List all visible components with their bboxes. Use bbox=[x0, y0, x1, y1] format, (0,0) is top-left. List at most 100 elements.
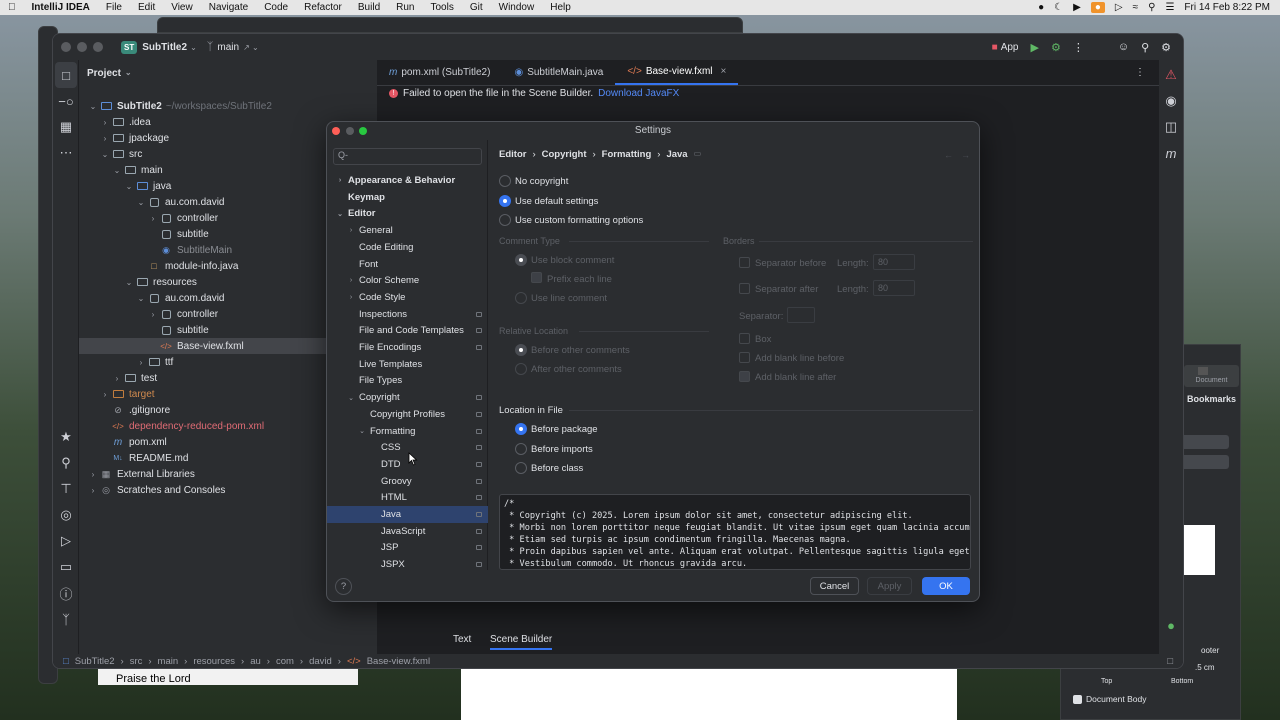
clock[interactable]: Fri 14 Feb 8:22 PM bbox=[1184, 2, 1270, 13]
menu-build[interactable]: Build bbox=[350, 2, 388, 13]
project-panel-header[interactable]: Project ⌄ bbox=[87, 68, 132, 79]
chevron-down-icon[interactable]: ⌄ bbox=[190, 43, 197, 52]
chevron-down-icon[interactable]: ⌄ bbox=[123, 278, 135, 287]
chevron-down-icon[interactable]: ⌄ bbox=[135, 294, 147, 303]
branch-name[interactable]: main bbox=[217, 42, 239, 53]
play-icon[interactable]: ▶ bbox=[1073, 2, 1081, 13]
use-custom-formatting-radio[interactable] bbox=[499, 214, 511, 226]
chevron-right-icon[interactable]: › bbox=[147, 310, 159, 319]
chevron-right-icon[interactable]: › bbox=[147, 214, 159, 223]
settings-nav-item[interactable]: › General bbox=[327, 222, 488, 239]
chevron-right-icon[interactable]: › bbox=[99, 134, 111, 143]
bg-dropdown-2[interactable] bbox=[1181, 455, 1229, 469]
lock-icon[interactable]: □ bbox=[1167, 656, 1173, 667]
chevron-right-icon[interactable]: › bbox=[135, 358, 147, 367]
wifi-icon[interactable]: ≈ bbox=[1133, 2, 1139, 13]
settings-nav-item[interactable]: Font bbox=[327, 256, 488, 273]
run-config[interactable]: ■ App bbox=[992, 42, 1019, 53]
build-hammer-icon[interactable]: ⊤ bbox=[53, 476, 79, 502]
ok-button[interactable]: OK bbox=[922, 577, 970, 595]
separator-input[interactable] bbox=[787, 307, 815, 323]
project-tree-row[interactable]: ⌄ SubTitle2 ~/workspaces/SubTitle2 bbox=[79, 98, 377, 114]
chevron-right-icon[interactable]: › bbox=[335, 177, 345, 184]
after-other-comments-radio[interactable] bbox=[515, 363, 527, 375]
debug-icon[interactable]: ⚙ bbox=[1051, 41, 1061, 54]
menu-window[interactable]: Window bbox=[491, 2, 543, 13]
menu-tools[interactable]: Tools bbox=[423, 2, 462, 13]
maven-icon[interactable]: m bbox=[1158, 140, 1183, 166]
tab-pom-xml[interactable]: m pom.xml (SubTitle2) bbox=[377, 60, 502, 85]
close-tab-icon[interactable]: × bbox=[721, 66, 727, 77]
chevron-down-icon[interactable]: ⌄ bbox=[135, 198, 147, 207]
settings-nav-item[interactable]: Keymap bbox=[327, 189, 488, 206]
add-blank-line-after-checkbox[interactable] bbox=[739, 371, 750, 382]
length-after-input[interactable]: 80 bbox=[873, 280, 915, 296]
bg-dropdown-1[interactable] bbox=[1181, 435, 1229, 449]
zoom-window-button[interactable] bbox=[93, 42, 103, 52]
before-class-radio[interactable] bbox=[515, 462, 527, 474]
close-window-button[interactable] bbox=[61, 42, 71, 52]
chevron-down-icon[interactable]: ⌄ bbox=[99, 150, 111, 159]
help-button[interactable]: ? bbox=[335, 578, 352, 595]
menu-code[interactable]: Code bbox=[256, 2, 296, 13]
chevron-down-icon[interactable]: ⌄ bbox=[123, 182, 135, 191]
copyright-preview[interactable]: /* * Copyright (c) 2025. Lorem ipsum dol… bbox=[499, 494, 971, 570]
menu-view[interactable]: View bbox=[163, 2, 201, 13]
chevron-right-icon[interactable]: › bbox=[346, 277, 356, 284]
before-other-comments-radio[interactable] bbox=[515, 344, 527, 356]
length-before-input[interactable]: 80 bbox=[873, 254, 915, 270]
settings-nav-item[interactable]: HTML bbox=[327, 489, 488, 506]
chevron-right-icon[interactable]: › bbox=[99, 390, 111, 399]
menu-help[interactable]: Help bbox=[542, 2, 579, 13]
tab-more-icon[interactable]: ⋮ bbox=[1135, 60, 1159, 85]
notifications-icon[interactable]: ⚠ bbox=[1158, 62, 1183, 88]
add-blank-line-before-checkbox[interactable] bbox=[739, 352, 750, 363]
document-body-checkbox[interactable] bbox=[1073, 695, 1082, 704]
services-icon[interactable]: ◎ bbox=[53, 502, 79, 528]
settings-nav-item[interactable]: ⌄ Editor bbox=[327, 205, 488, 222]
chevron-down-icon[interactable]: ⌄ bbox=[335, 210, 345, 218]
record-icon[interactable]: ● bbox=[1038, 2, 1044, 13]
add-user-icon[interactable]: ☺ bbox=[1118, 41, 1129, 53]
before-imports-radio[interactable] bbox=[515, 443, 527, 455]
chevron-down-icon[interactable]: ⌄ bbox=[87, 102, 99, 111]
chevron-right-icon[interactable]: › bbox=[87, 470, 99, 479]
terminal-icon[interactable]: ▭ bbox=[53, 554, 79, 580]
document-tab[interactable]: Document bbox=[1184, 365, 1239, 387]
crumb-david[interactable]: david bbox=[309, 656, 332, 667]
text-view-tab[interactable]: Text bbox=[453, 634, 471, 645]
settings-nav-item[interactable]: Inspections bbox=[327, 306, 488, 323]
more-icon[interactable]: ⋮ bbox=[1073, 41, 1084, 54]
search-everywhere-icon[interactable]: ⚲ bbox=[1141, 41, 1149, 54]
separator-before-checkbox[interactable] bbox=[739, 257, 750, 268]
ai-assistant-icon[interactable]: ◉ bbox=[1158, 88, 1183, 114]
menu-run[interactable]: Run bbox=[388, 2, 422, 13]
play-circle-icon[interactable]: ▷ bbox=[1115, 2, 1123, 13]
forward-arrow-icon[interactable]: → bbox=[961, 150, 970, 160]
before-package-radio[interactable] bbox=[515, 423, 527, 435]
app-menu[interactable]: IntelliJ IDEA bbox=[24, 2, 98, 13]
chevron-down-icon[interactable]: ⌄ bbox=[346, 394, 356, 402]
menu-navigate[interactable]: Navigate bbox=[201, 2, 256, 13]
project-tool-icon[interactable]: □ bbox=[55, 62, 77, 88]
settings-nav-item[interactable]: › Code Style bbox=[327, 289, 488, 306]
database-icon[interactable]: ◫ bbox=[1158, 114, 1183, 140]
chevron-down-icon[interactable]: ⌄ bbox=[111, 166, 123, 175]
settings-nav-item[interactable]: Code Editing bbox=[327, 239, 488, 256]
chevron-right-icon[interactable]: › bbox=[111, 374, 123, 383]
tab-subtitlemain[interactable]: ◉ SubtitleMain.java bbox=[502, 60, 615, 85]
crumb-com[interactable]: com bbox=[276, 656, 294, 667]
prefix-each-line-checkbox[interactable] bbox=[531, 272, 542, 283]
crumb-main[interactable]: main bbox=[158, 656, 179, 667]
settings-nav-item[interactable]: File Encodings bbox=[327, 339, 488, 356]
control-center-icon[interactable]: ☰ bbox=[1165, 2, 1174, 13]
settings-nav-item[interactable]: File Types bbox=[327, 372, 488, 389]
settings-nav-item[interactable]: › Color Scheme bbox=[327, 272, 488, 289]
menu-git[interactable]: Git bbox=[462, 2, 491, 13]
commit-icon[interactable]: −○ bbox=[53, 88, 79, 114]
bug-icon[interactable]: ★ bbox=[53, 424, 79, 450]
crumb-file[interactable]: Base-view.fxml bbox=[367, 656, 430, 667]
cancel-button[interactable]: Cancel bbox=[810, 577, 859, 595]
box-checkbox[interactable] bbox=[739, 333, 750, 344]
settings-nav-item[interactable]: ⌄ Copyright bbox=[327, 389, 488, 406]
